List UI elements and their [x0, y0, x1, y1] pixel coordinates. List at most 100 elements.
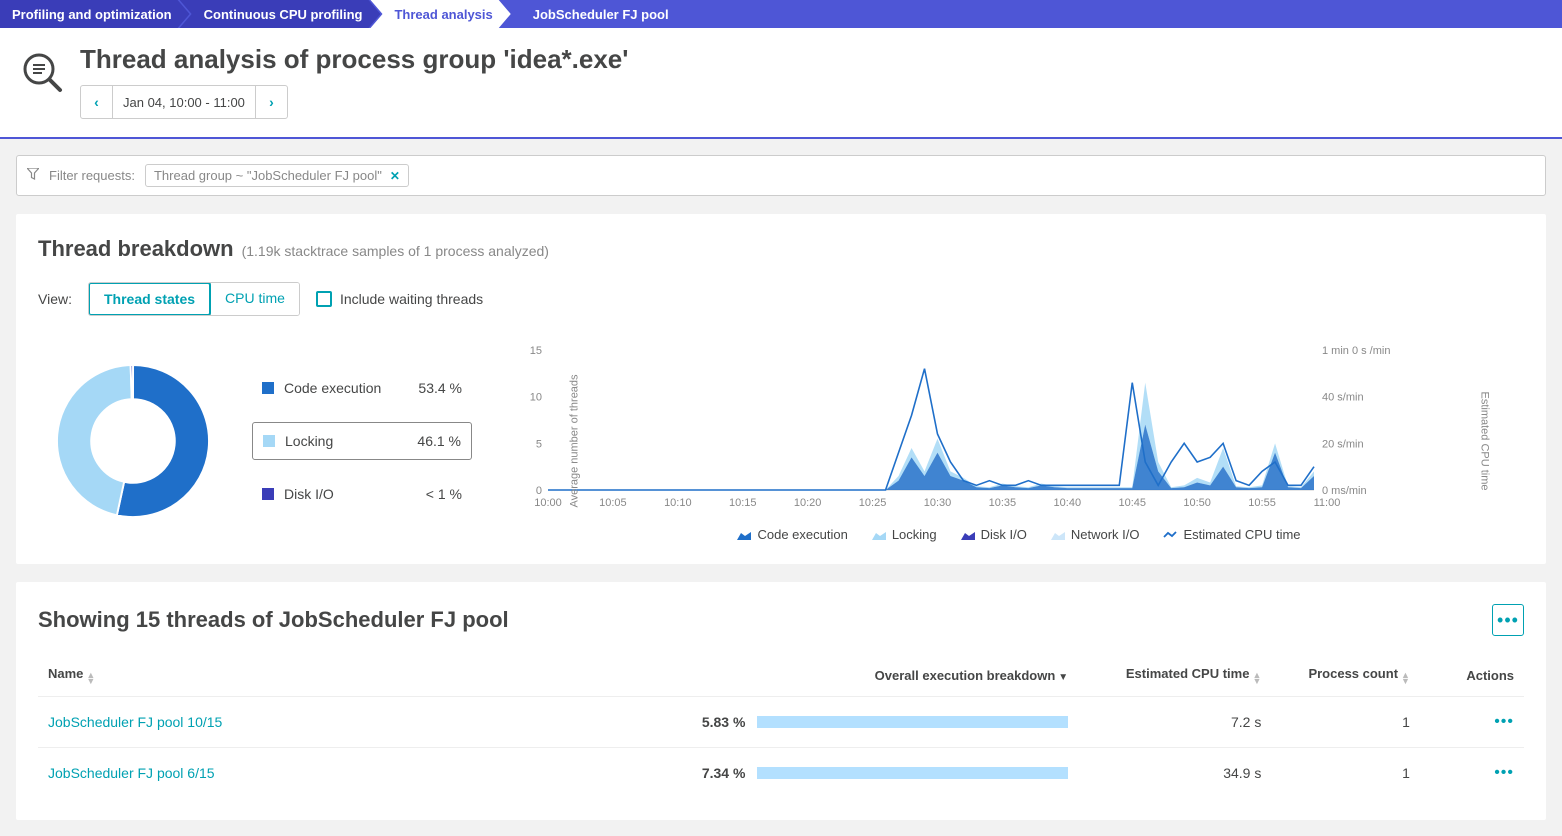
svg-text:0: 0 [536, 485, 542, 497]
breakdown-heading: Thread breakdown [38, 236, 234, 262]
breakdown-sub: (1.19k stacktrace samples of 1 process a… [242, 243, 549, 259]
sort-desc-icon: ▼ [1058, 675, 1068, 681]
legend-item-disk[interactable]: Disk I/O < 1 % [252, 476, 472, 512]
table-row: JobScheduler FJ pool 6/15 7.34 % 34.9 s … [38, 748, 1524, 799]
proc-count: 1 [1271, 748, 1420, 799]
threads-table-panel: Showing 15 threads of JobScheduler FJ po… [16, 582, 1546, 820]
chart-legend-label: Code execution [757, 527, 847, 542]
time-picker: ‹ Jan 04, 10:00 - 11:00 › [80, 85, 288, 119]
svg-text:10:30: 10:30 [924, 497, 952, 509]
sort-icon: ▲▼ [1252, 672, 1261, 684]
svg-text:10:35: 10:35 [989, 497, 1017, 509]
svg-text:10: 10 [530, 392, 542, 404]
svg-text:10:50: 10:50 [1183, 497, 1211, 509]
svg-text:20 s/min: 20 s/min [1322, 438, 1364, 450]
breadcrumb-pool[interactable]: JobScheduler FJ pool [511, 0, 687, 28]
chart-legend-label: Network I/O [1071, 527, 1140, 542]
thread-link[interactable]: JobScheduler FJ pool 6/15 [48, 765, 215, 781]
breadcrumb-continuous-cpu[interactable]: Continuous CPU profiling [180, 0, 381, 28]
svg-text:10:20: 10:20 [794, 497, 822, 509]
view-label: View: [38, 291, 72, 307]
breakdown-pct: 5.83 % [702, 714, 746, 730]
legend-value: < 1 % [426, 486, 462, 502]
chart-legend-label: Disk I/O [981, 527, 1027, 542]
table-heading: Showing 15 threads of JobScheduler FJ po… [38, 607, 509, 633]
svg-text:10:10: 10:10 [664, 497, 692, 509]
proc-count: 1 [1271, 697, 1420, 748]
filter-icon [27, 168, 39, 183]
chart-legend-label: Estimated CPU time [1183, 527, 1300, 542]
svg-text:1 min 0 s /min: 1 min 0 s /min [1322, 345, 1390, 357]
legend-item-code[interactable]: Code execution 53.4 % [252, 370, 472, 406]
chart-legend-item[interactable]: Estimated CPU time [1163, 527, 1300, 542]
include-waiting-label: Include waiting threads [340, 291, 483, 307]
timeseries-chart: Average number of threads 0 5 10 15 0 ms/min… [514, 340, 1524, 542]
breakdown-bar [757, 716, 1068, 728]
chart-legend-item[interactable]: Code execution [737, 527, 847, 542]
breadcrumb-profiling[interactable]: Profiling and optimization [0, 0, 190, 28]
svg-text:15: 15 [530, 345, 542, 357]
page-title: Thread analysis of process group 'idea*.… [80, 44, 628, 75]
donut-chart [38, 346, 228, 536]
breakdown-pct: 7.34 % [702, 765, 746, 781]
page-header: Thread analysis of process group 'idea*.… [0, 28, 1562, 139]
legend-value: 53.4 % [418, 380, 462, 396]
table-more-button[interactable]: ••• [1492, 604, 1524, 636]
chart-legend-item[interactable]: Disk I/O [961, 527, 1027, 542]
thread-link[interactable]: JobScheduler FJ pool 10/15 [48, 714, 222, 730]
chart-legend-item[interactable]: Locking [872, 527, 937, 542]
svg-text:10:55: 10:55 [1248, 497, 1276, 509]
cpu-time: 7.2 s [1078, 697, 1271, 748]
breakdown-bar [757, 767, 1068, 779]
svg-text:0 ms/min: 0 ms/min [1322, 485, 1367, 497]
row-actions-button[interactable]: ••• [1494, 713, 1514, 730]
svg-text:10:45: 10:45 [1118, 497, 1146, 509]
col-proc[interactable]: Process count▲▼ [1271, 654, 1420, 697]
legend-swatch [262, 382, 274, 394]
svg-text:11:00: 11:00 [1314, 497, 1341, 509]
view-toggle: Thread states CPU time [88, 282, 300, 316]
chart-legend-label: Locking [892, 527, 937, 542]
tab-thread-states[interactable]: Thread states [88, 282, 211, 316]
legend-item-lock[interactable]: Locking 46.1 % [252, 422, 472, 460]
filter-tag[interactable]: Thread group ~ "JobScheduler FJ pool" ✕ [145, 164, 409, 187]
row-actions-button[interactable]: ••• [1494, 764, 1514, 781]
col-actions: Actions [1420, 654, 1524, 697]
breadcrumb: Profiling and optimization Continuous CP… [0, 0, 1562, 28]
legend-label: Locking [285, 433, 407, 449]
svg-text:10:25: 10:25 [859, 497, 887, 509]
analysis-icon [20, 50, 64, 94]
y-axis-right-label: Estimated CPU time [1478, 391, 1490, 490]
y-axis-left-label: Average number of threads [569, 374, 581, 507]
col-name[interactable]: Name▲▼ [38, 654, 692, 697]
thread-breakdown-panel: Thread breakdown (1.19k stacktrace sampl… [16, 214, 1546, 564]
time-prev-button[interactable]: ‹ [81, 86, 113, 118]
timeseries-svg: 0 5 10 15 0 ms/min 20 s/min 40 s/min 1 min 0 s … [514, 340, 1394, 510]
filter-label: Filter requests: [49, 168, 135, 183]
donut-legend: Code execution 53.4 % Locking 46.1 % Dis… [252, 370, 472, 512]
checkbox-box-icon [316, 291, 332, 307]
col-cpu[interactable]: Estimated CPU time▲▼ [1078, 654, 1271, 697]
legend-label: Code execution [284, 380, 408, 396]
tab-cpu-time[interactable]: CPU time [210, 283, 299, 315]
col-breakdown[interactable]: Overall execution breakdown▼ [692, 654, 1078, 697]
svg-text:5: 5 [536, 438, 542, 450]
time-range-label[interactable]: Jan 04, 10:00 - 11:00 [113, 86, 255, 118]
breadcrumb-thread-analysis[interactable]: Thread analysis [370, 0, 510, 28]
sort-icon: ▲▼ [1401, 672, 1410, 684]
time-next-button[interactable]: › [255, 86, 287, 118]
filter-tag-remove-icon[interactable]: ✕ [390, 169, 400, 183]
chart-legend-item[interactable]: Network I/O [1051, 527, 1140, 542]
svg-text:10:05: 10:05 [599, 497, 627, 509]
legend-label: Disk I/O [284, 486, 416, 502]
svg-text:10:40: 10:40 [1054, 497, 1082, 509]
table-row: JobScheduler FJ pool 10/15 5.83 % 7.2 s … [38, 697, 1524, 748]
include-waiting-checkbox[interactable]: Include waiting threads [316, 291, 483, 307]
svg-text:10:00: 10:00 [534, 497, 562, 509]
filter-bar[interactable]: Filter requests: Thread group ~ "JobSche… [16, 155, 1546, 196]
filter-tag-text: Thread group ~ "JobScheduler FJ pool" [154, 168, 382, 183]
legend-value: 46.1 % [417, 433, 461, 449]
svg-text:40 s/min: 40 s/min [1322, 392, 1364, 404]
legend-swatch [263, 435, 275, 447]
legend-swatch [262, 488, 274, 500]
